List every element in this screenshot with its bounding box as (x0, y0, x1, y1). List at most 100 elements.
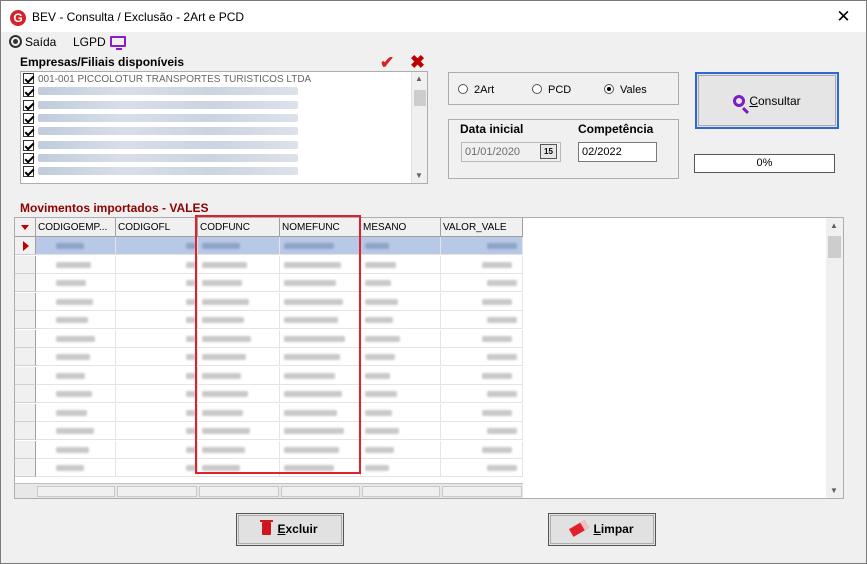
grid-scrollbar[interactable]: ▲ ▼ (826, 218, 843, 498)
empresa-list-item[interactable] (23, 166, 413, 179)
table-row[interactable] (15, 237, 523, 255)
table-cell[interactable] (441, 385, 523, 403)
table-cell[interactable] (361, 329, 441, 348)
menu-lgpd[interactable]: LGPD (73, 34, 126, 50)
radio-2art[interactable]: 2Art (458, 83, 494, 97)
row-indicator[interactable] (15, 329, 36, 348)
close-button[interactable]: ✕ (821, 1, 866, 32)
empresas-list[interactable]: 001-001 PICCOLOTUR TRANSPORTES TURISTICO… (20, 71, 428, 184)
table-cell[interactable] (116, 348, 198, 366)
table-cell[interactable] (198, 292, 280, 311)
row-indicator[interactable] (15, 403, 36, 422)
table-cell[interactable] (198, 237, 280, 255)
empresa-list-item[interactable] (23, 99, 413, 113)
column-header-mesano[interactable]: MESANO (361, 218, 441, 237)
clear-selection-x-icon[interactable]: ✖ (410, 52, 425, 73)
table-cell[interactable] (441, 403, 523, 422)
grid-header-indicator[interactable] (15, 218, 36, 237)
column-header-codigofl[interactable]: CODIGOFL (116, 218, 198, 237)
table-cell[interactable] (361, 385, 441, 403)
table-cell[interactable] (441, 292, 523, 311)
table-cell[interactable] (280, 329, 361, 348)
scroll-down-icon[interactable]: ▼ (415, 171, 423, 180)
table-cell[interactable] (280, 366, 361, 385)
table-cell[interactable] (280, 385, 361, 403)
table-cell[interactable] (36, 311, 116, 329)
scroll-thumb[interactable] (828, 236, 841, 258)
empresa-checkbox[interactable] (23, 152, 34, 164)
table-row[interactable] (15, 255, 523, 274)
table-row[interactable] (15, 274, 523, 292)
empresa-list-item[interactable] (23, 139, 413, 153)
row-indicator[interactable] (15, 255, 36, 274)
table-cell[interactable] (198, 422, 280, 440)
table-cell[interactable] (361, 348, 441, 366)
row-indicator[interactable] (15, 311, 36, 329)
table-cell[interactable] (198, 329, 280, 348)
row-indicator[interactable] (15, 292, 36, 311)
table-cell[interactable] (441, 366, 523, 385)
table-row[interactable] (15, 422, 523, 440)
row-indicator[interactable] (15, 274, 36, 292)
table-cell[interactable] (441, 274, 523, 292)
table-cell[interactable] (441, 348, 523, 366)
table-row[interactable] (15, 311, 523, 329)
consultar-button[interactable]: Consultar (695, 72, 839, 129)
table-cell[interactable] (441, 255, 523, 274)
table-cell[interactable] (36, 329, 116, 348)
row-indicator[interactable] (15, 348, 36, 366)
menu-saida[interactable]: Saída (9, 34, 56, 50)
table-cell[interactable] (198, 311, 280, 329)
table-cell[interactable] (280, 274, 361, 292)
table-row[interactable] (15, 292, 523, 311)
table-cell[interactable] (361, 255, 441, 274)
table-cell[interactable] (361, 422, 441, 440)
table-cell[interactable] (361, 237, 441, 255)
table-row[interactable] (15, 440, 523, 459)
table-cell[interactable] (198, 255, 280, 274)
table-row[interactable] (15, 459, 523, 477)
table-cell[interactable] (116, 459, 198, 477)
column-header-nomefunc[interactable]: NOMEFUNC (280, 218, 361, 237)
empresa-checkbox[interactable] (23, 166, 34, 178)
scroll-down-icon[interactable]: ▼ (830, 486, 838, 495)
table-cell[interactable] (280, 292, 361, 311)
row-indicator[interactable] (15, 237, 36, 255)
table-cell[interactable] (280, 237, 361, 255)
table-cell[interactable] (116, 311, 198, 329)
table-cell[interactable] (280, 459, 361, 477)
table-cell[interactable] (361, 292, 441, 311)
empresa-list-item[interactable] (23, 86, 413, 99)
empresa-checkbox[interactable] (23, 73, 34, 84)
table-cell[interactable] (36, 440, 116, 459)
limpar-button[interactable]: Limpar (548, 513, 656, 546)
row-indicator[interactable] (15, 366, 36, 385)
empresa-checkbox[interactable] (23, 139, 34, 151)
empresa-checkbox[interactable] (23, 112, 34, 124)
table-cell[interactable] (36, 274, 116, 292)
radio-vales-circle[interactable] (604, 84, 614, 94)
radio-pcd[interactable]: PCD (532, 83, 571, 97)
table-cell[interactable] (116, 255, 198, 274)
empresa-list-item[interactable] (23, 152, 413, 166)
empresa-checkbox[interactable] (23, 86, 34, 98)
table-cell[interactable] (441, 237, 523, 255)
table-cell[interactable] (36, 255, 116, 274)
table-cell[interactable] (280, 440, 361, 459)
empresa-checkbox[interactable] (23, 99, 34, 111)
table-cell[interactable] (361, 274, 441, 292)
table-cell[interactable] (116, 422, 198, 440)
table-cell[interactable] (116, 274, 198, 292)
table-cell[interactable] (198, 385, 280, 403)
table-cell[interactable] (361, 366, 441, 385)
table-cell[interactable] (361, 403, 441, 422)
table-cell[interactable] (116, 440, 198, 459)
table-row[interactable] (15, 329, 523, 348)
table-cell[interactable] (361, 440, 441, 459)
table-row[interactable] (15, 385, 523, 403)
table-cell[interactable] (441, 440, 523, 459)
table-cell[interactable] (36, 385, 116, 403)
radio-2art-circle[interactable] (458, 84, 468, 94)
scroll-up-icon[interactable]: ▲ (415, 74, 423, 83)
table-cell[interactable] (36, 292, 116, 311)
